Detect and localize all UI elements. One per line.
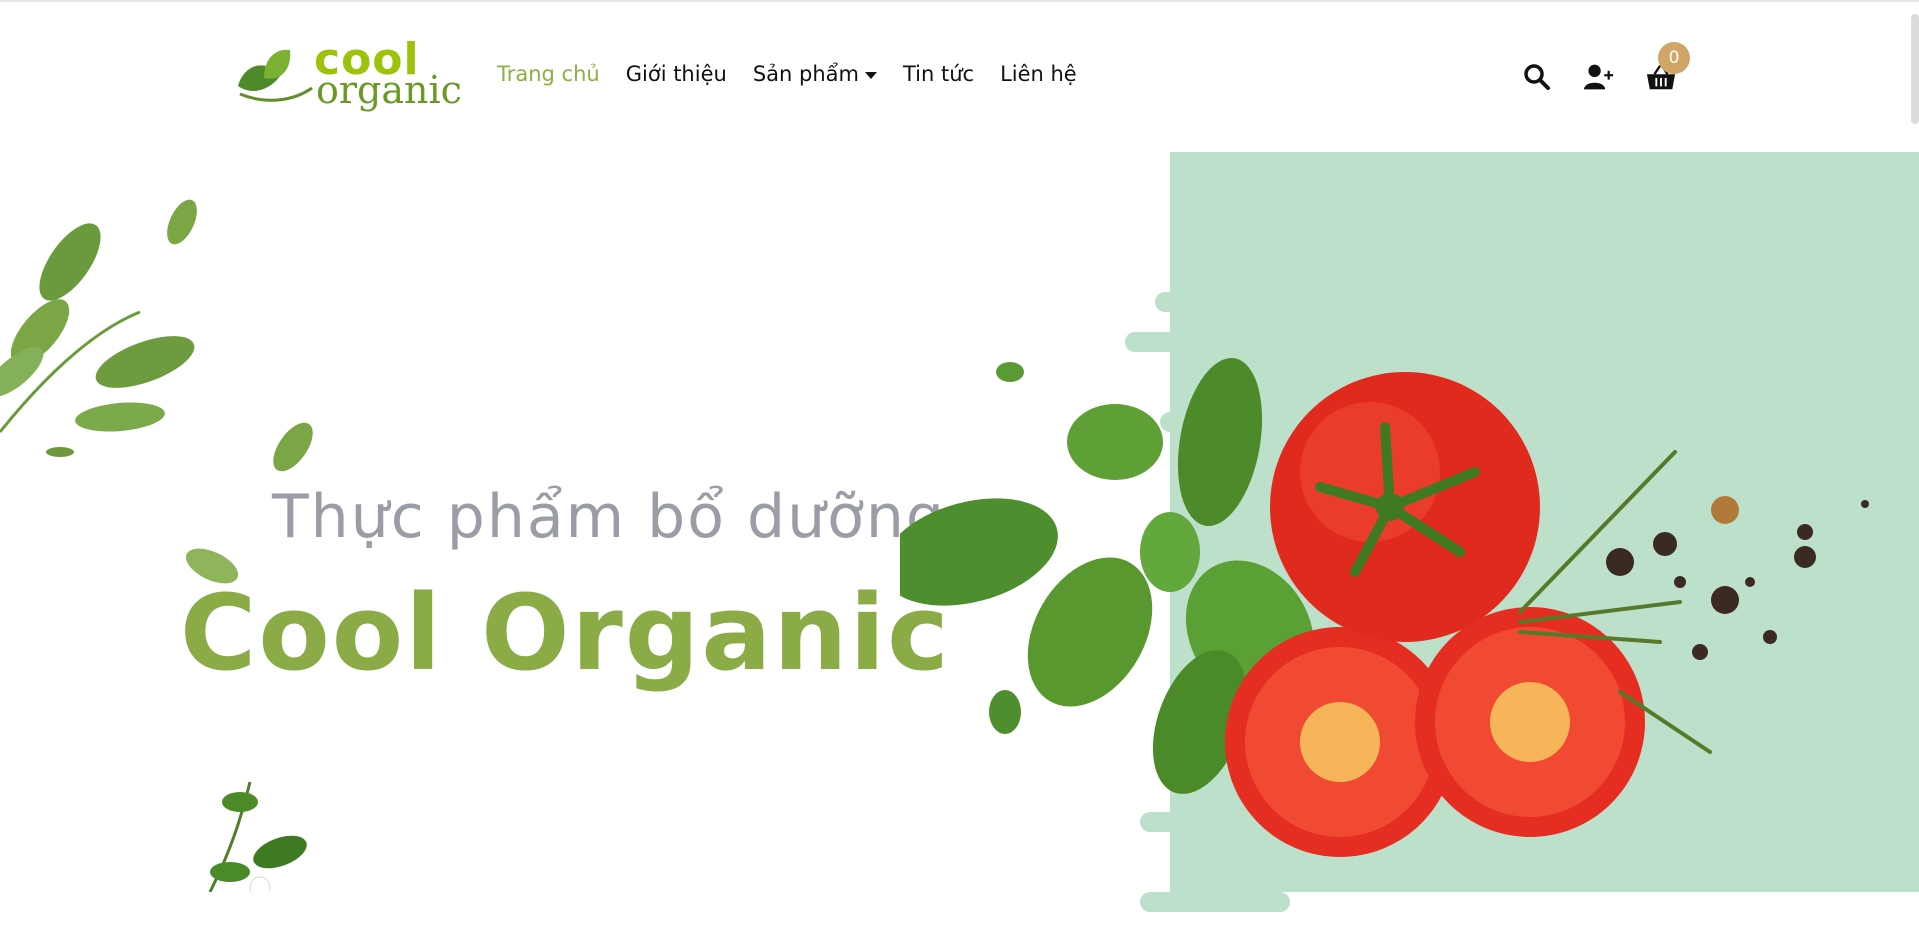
main-nav: Trang chủ Giới thiệu Sản phẩm Tin tức Li… [497,62,1077,86]
nav-item-products[interactable]: Sản phẩm [753,62,877,86]
search-icon [1524,64,1550,90]
nav-item-label: Trang chủ [497,62,600,86]
tomato-basil-image [900,358,1869,857]
header-actions [1522,62,1676,92]
leaf-icon [273,422,313,472]
site-logo[interactable]: cool organic [234,38,462,110]
logo-word-organic: organic [316,68,462,112]
nav-item-about[interactable]: Giới thiệu [626,62,727,86]
nav-item-label: Liên hệ [1000,62,1077,86]
nav-item-label: Giới thiệu [625,62,727,86]
leaf-logo-icon [238,49,313,102]
user-plus-icon [1584,64,1614,90]
mint-sprig-image [208,781,307,892]
hero-subtitle: Thực phẩm bổ dưỡng [272,482,946,552]
nav-item-label: Sản phẩm [752,62,859,86]
hero-title: Cool Organic [180,572,951,694]
nav-item-contact[interactable]: Liên hệ [1000,62,1077,86]
account-button[interactable] [1584,62,1614,92]
cart-count-badge: 0 [1658,42,1690,74]
nav-item-label: Tin tức [902,62,975,86]
nav-item-home[interactable]: Trang chủ [497,62,600,86]
hero-banner: Thực phẩm bổ dưỡng Cool Organic [0,152,1919,912]
caret-down-icon [864,71,877,79]
herb-leaves-image [0,199,197,457]
site-header: cool organic Trang chủ Giới thiệu Sản ph… [0,2,1919,152]
search-button[interactable] [1522,62,1552,92]
nav-item-news[interactable]: Tin tức [903,62,974,86]
scrollbar[interactable] [1911,14,1919,124]
